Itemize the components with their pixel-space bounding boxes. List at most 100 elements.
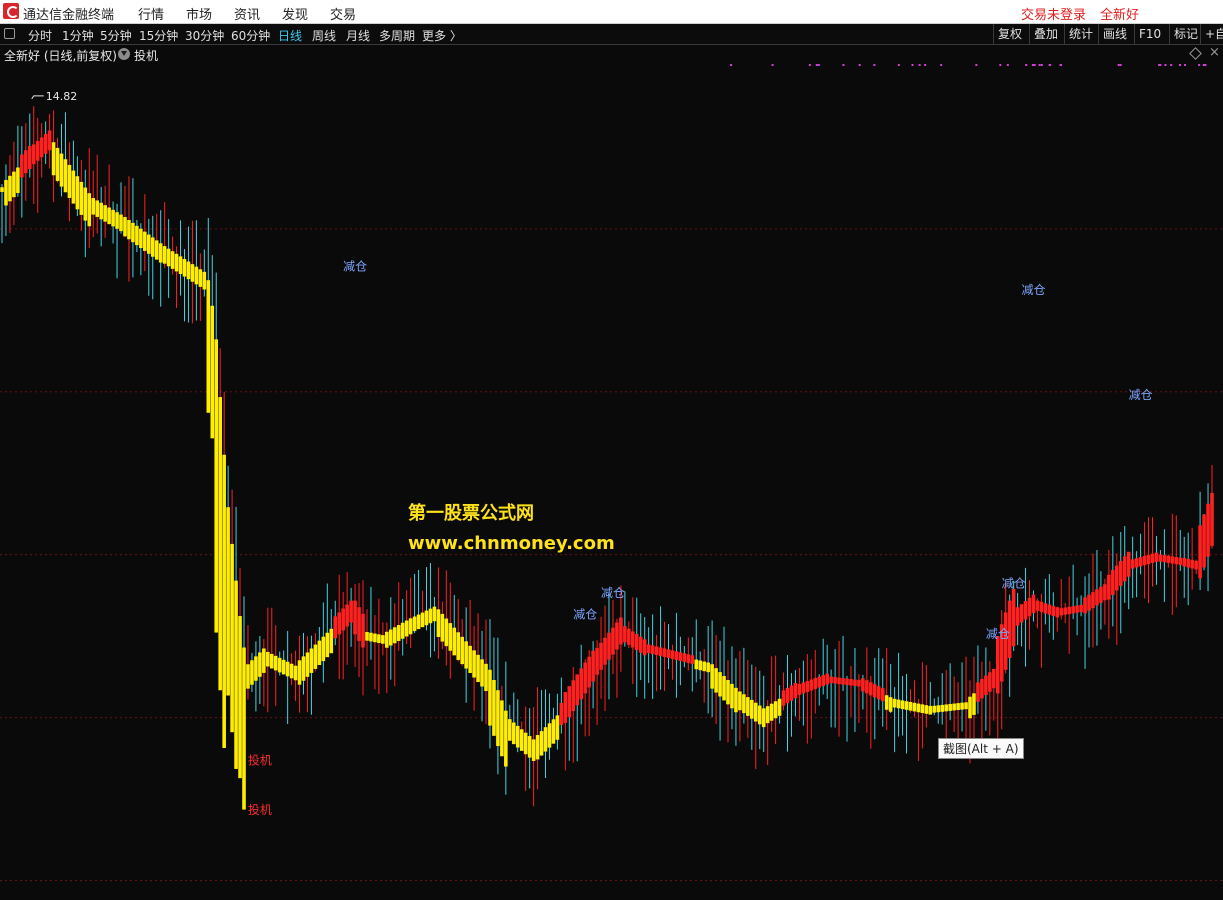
event-dot xyxy=(1184,64,1187,66)
add-watchlist-button[interactable]: +自 xyxy=(1200,24,1223,44)
indicator-bar xyxy=(682,653,687,662)
indicator-bar xyxy=(757,705,762,725)
indicator-bar xyxy=(416,614,421,630)
indicator-bar xyxy=(273,655,278,671)
indicator-bar xyxy=(24,150,28,174)
login-status-link[interactable]: 交易未登录 xyxy=(1021,4,1086,23)
indicator-bar xyxy=(718,672,722,697)
indicator-bar xyxy=(1019,604,1024,623)
indicator-bar xyxy=(1071,606,1075,614)
close-icon[interactable]: × xyxy=(1209,45,1220,60)
indicator-bar xyxy=(789,685,794,701)
menu-trade[interactable]: 交易 xyxy=(330,4,356,23)
indicator-bar xyxy=(920,704,925,714)
indicator-bar xyxy=(817,676,822,688)
indicator-bar xyxy=(627,628,631,645)
kline-chart[interactable]: 14.82减仓减仓减仓减仓减仓减仓减仓投机投机 xyxy=(0,64,1223,900)
indicator-bar xyxy=(480,659,484,687)
overlay-button[interactable]: 叠加 xyxy=(1029,24,1062,44)
indicator-bar xyxy=(619,617,623,645)
indicator-bar xyxy=(535,735,540,760)
indicator-bar xyxy=(662,648,667,657)
indicator-bar xyxy=(440,613,445,642)
period-daily[interactable]: 日线 xyxy=(278,27,302,44)
window-icon[interactable] xyxy=(4,28,15,39)
indicator-dropdown-icon[interactable] xyxy=(118,48,130,60)
indicator-bar xyxy=(91,198,96,215)
event-dot xyxy=(1006,64,1009,66)
signal-reduce: 减仓 xyxy=(573,607,597,621)
indicator-bar xyxy=(543,727,548,752)
indicator-bar xyxy=(349,600,353,623)
indicator-bar xyxy=(777,698,782,716)
period-monthly[interactable]: 月线 xyxy=(346,27,370,44)
indicator-bar xyxy=(4,179,8,206)
indicator-bar xyxy=(472,650,476,678)
indicator-bar xyxy=(1126,551,1131,577)
diamond-icon[interactable] xyxy=(1189,47,1202,60)
indicator-bar xyxy=(992,668,996,689)
indicator-bar xyxy=(523,732,528,755)
indicator-bar xyxy=(254,656,258,681)
indicator-bar xyxy=(1115,565,1119,591)
menu-news[interactable]: 资讯 xyxy=(234,4,260,23)
menu-market-quotes[interactable]: 行情 xyxy=(138,4,164,23)
signal-reduce: 减仓 xyxy=(1002,577,1026,591)
period-timeshare[interactable]: 分时 xyxy=(28,27,52,44)
indicator-bar xyxy=(1158,554,1163,562)
indicator-bar xyxy=(246,664,250,689)
f10-button[interactable]: F10 xyxy=(1134,24,1165,44)
period-60min[interactable]: 60分钟 xyxy=(231,27,270,44)
indicator-bar xyxy=(317,640,322,666)
indicator-bar xyxy=(765,706,770,724)
indicator-bar xyxy=(31,144,36,165)
event-dot xyxy=(1040,64,1043,66)
indicator-bar xyxy=(150,237,155,257)
period-1min[interactable]: 1分钟 xyxy=(62,27,94,44)
indicator-bar xyxy=(186,261,191,280)
event-dot xyxy=(730,64,733,66)
event-dot xyxy=(1060,64,1063,66)
indicator-bar xyxy=(1063,607,1067,615)
indicator-bar xyxy=(555,715,560,740)
period-weekly[interactable]: 周线 xyxy=(312,27,336,44)
menu-market[interactable]: 市场 xyxy=(186,4,212,23)
period-15min[interactable]: 15分钟 xyxy=(139,27,178,44)
indicator-bar xyxy=(932,705,937,713)
indicator-bar xyxy=(1170,556,1175,564)
indicator-bar xyxy=(234,580,238,769)
indicator-bar xyxy=(170,251,175,269)
draw-line-button[interactable]: 画线 xyxy=(1098,24,1131,44)
period-5min[interactable]: 5分钟 xyxy=(100,27,132,44)
indicator-bar xyxy=(1142,555,1147,566)
indicator-bar xyxy=(674,651,679,660)
indicator-bar xyxy=(333,616,338,639)
indicator-bar xyxy=(357,607,361,641)
adjust-button[interactable]: 复权 xyxy=(993,24,1026,44)
period-more[interactable]: 更多 〉 xyxy=(422,27,462,44)
indicator-bar xyxy=(202,271,207,290)
indicator-bar xyxy=(79,181,84,215)
indicator-bar xyxy=(559,702,564,725)
period-multi[interactable]: 多周期 xyxy=(379,27,415,44)
indicator-bar xyxy=(1202,514,1206,568)
indicator-bar xyxy=(892,698,897,708)
indicator-bar xyxy=(773,701,778,719)
indicator-bar xyxy=(916,703,921,713)
indicator-bar xyxy=(369,632,373,642)
event-dot xyxy=(1159,64,1162,66)
high-price-label: 14.82 xyxy=(46,90,77,103)
period-30min[interactable]: 30分钟 xyxy=(185,27,224,44)
indicator-bar xyxy=(714,668,718,693)
indicator-bar xyxy=(551,719,556,744)
signal-reduce: 减仓 xyxy=(1022,283,1046,297)
indicator-bar xyxy=(730,683,734,709)
indicator-bar xyxy=(35,140,40,161)
app-title: 通达信金融终端 xyxy=(23,8,115,23)
mark-button[interactable]: 标记 xyxy=(1169,24,1202,44)
signal-reduce: 减仓 xyxy=(1129,388,1153,402)
menu-discover[interactable]: 发现 xyxy=(282,4,308,23)
indicator-bar xyxy=(385,631,389,648)
statistics-button[interactable]: 统计 xyxy=(1064,24,1097,44)
chart-info-line: 全新好 (日线,前复权) 投机 × xyxy=(0,45,1223,63)
